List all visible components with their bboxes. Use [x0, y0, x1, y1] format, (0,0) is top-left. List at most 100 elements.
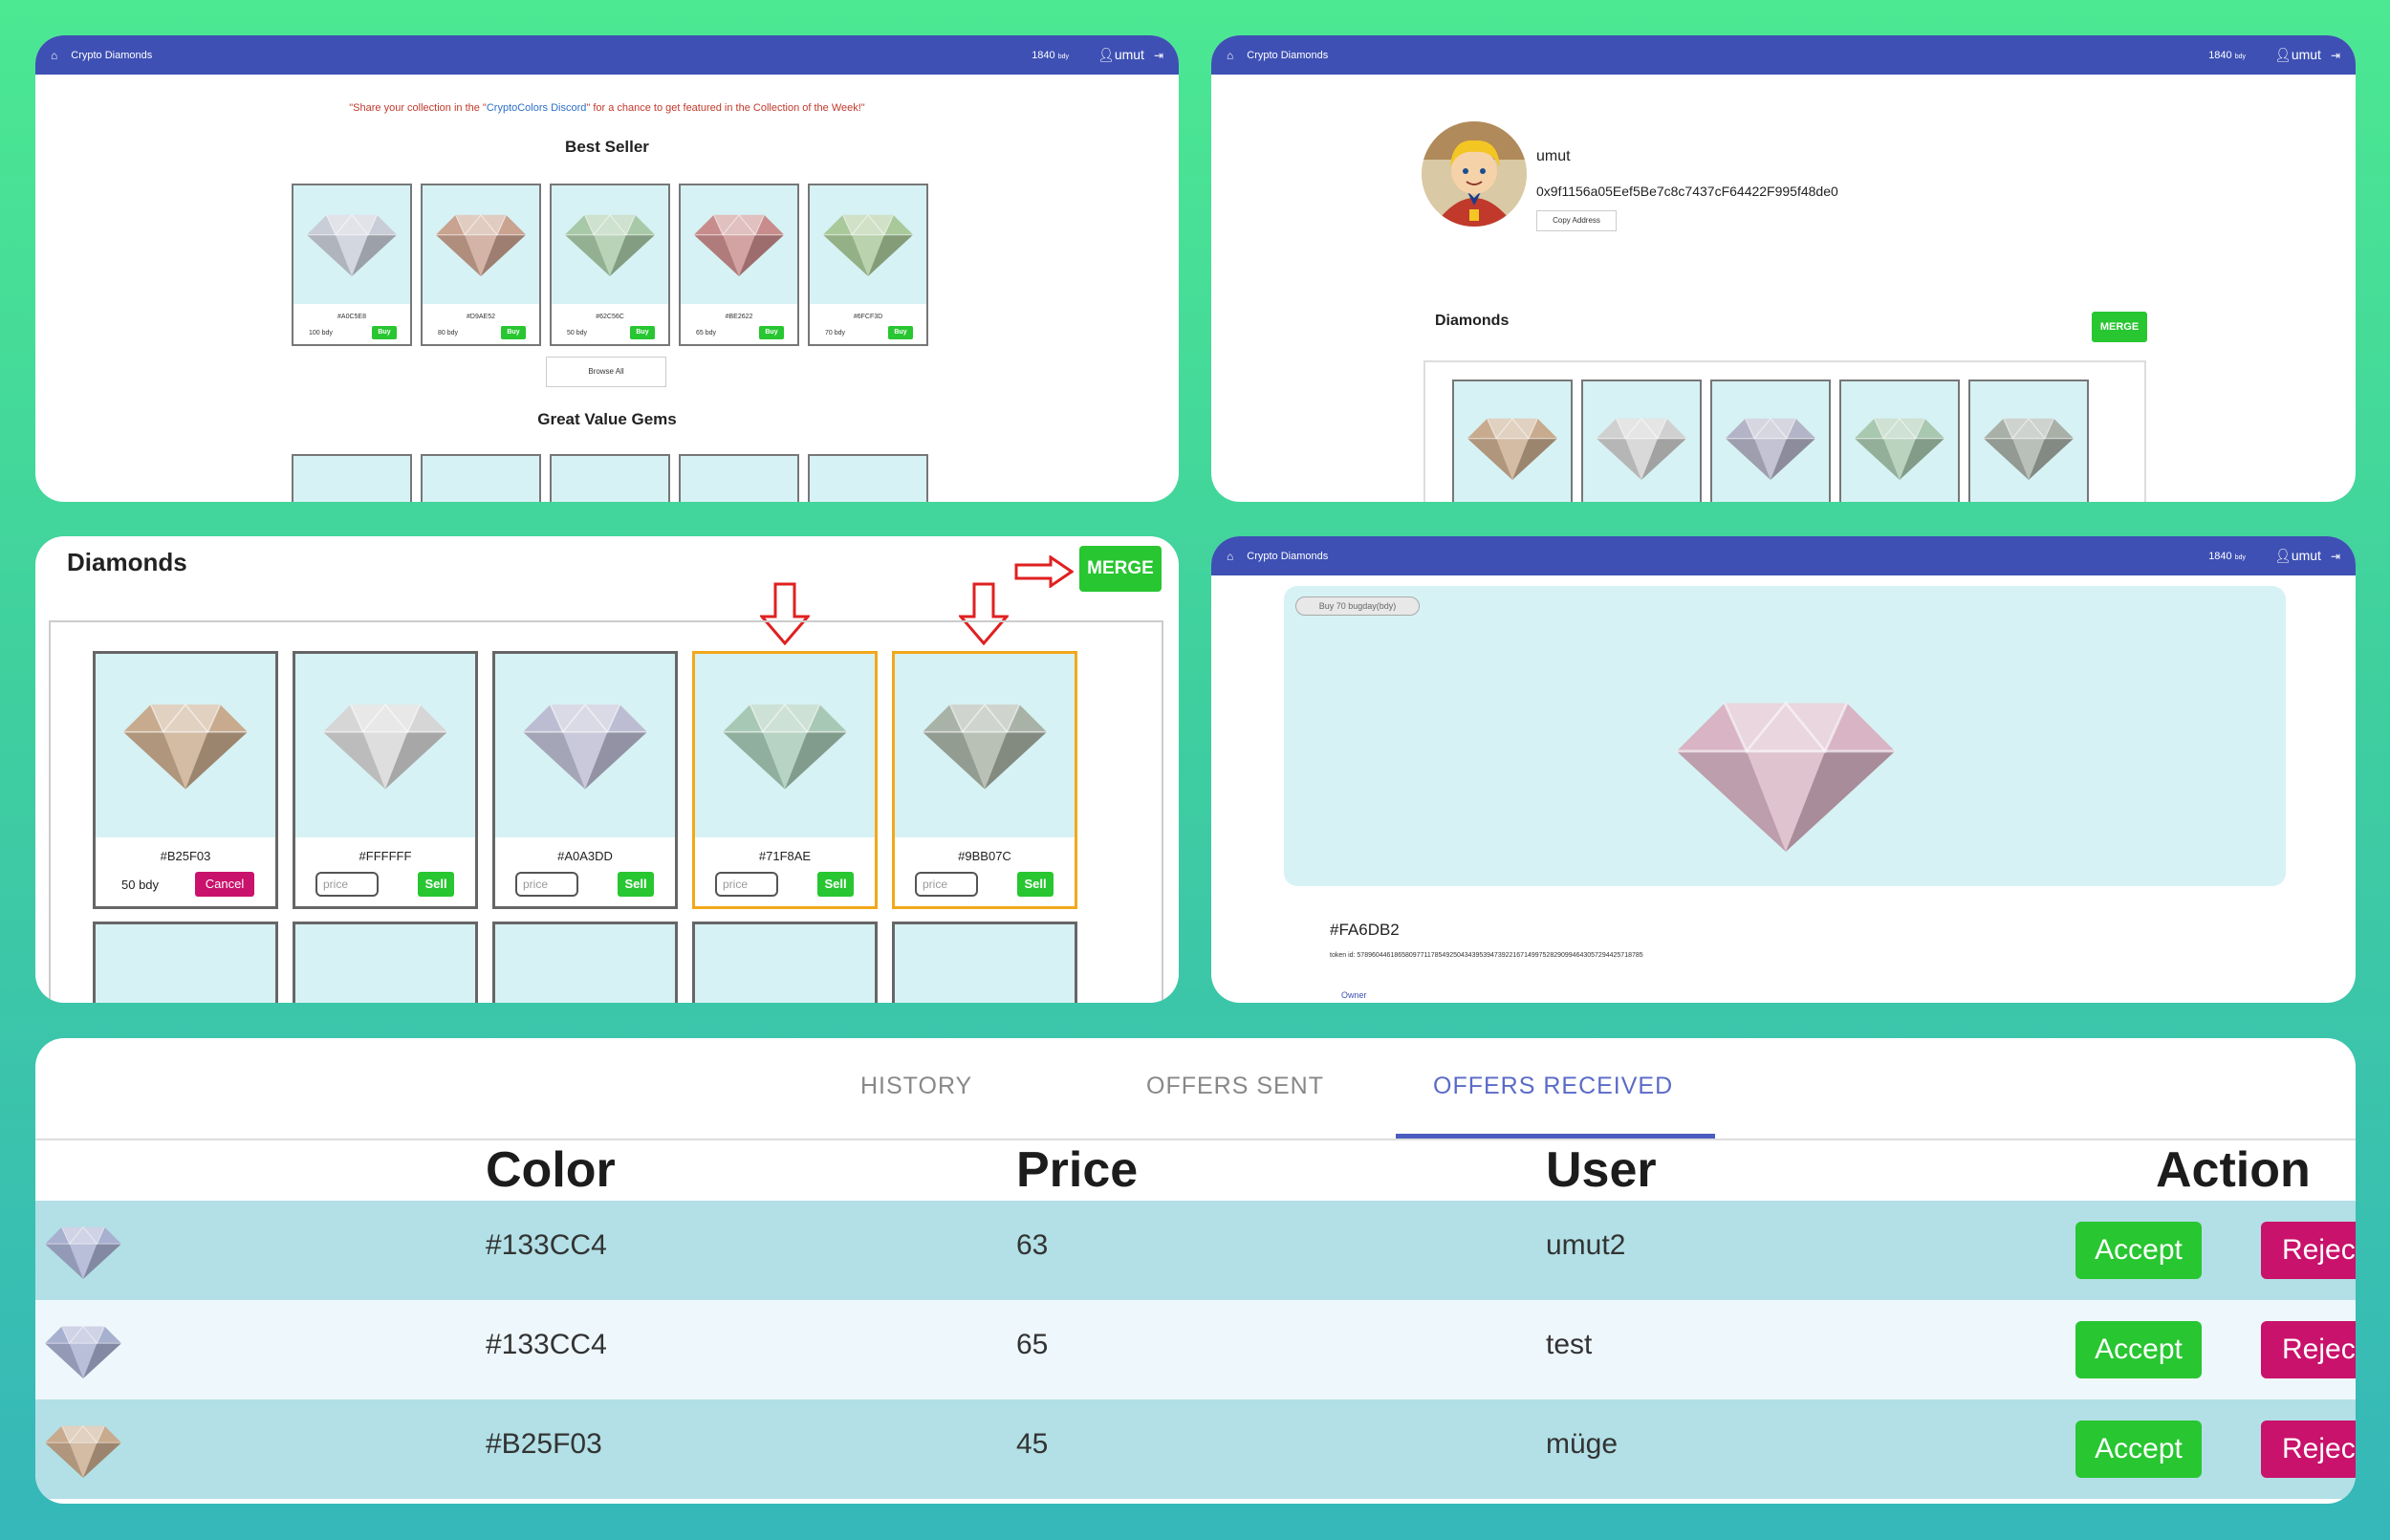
offer-user: müge — [1546, 1428, 1619, 1460]
top-nav: ⌂ Crypto Diamonds 1840 bdy 👤︎umut ⇥ — [1211, 536, 2356, 575]
buy-button[interactable]: Buy — [372, 326, 397, 339]
cancel-button[interactable]: Cancel — [195, 872, 254, 897]
gem-card[interactable] — [292, 454, 412, 502]
sell-button[interactable]: Sell — [1017, 872, 1054, 897]
diamond-code: #9BB07C — [958, 849, 1011, 863]
home-icon[interactable]: ⌂ — [1227, 550, 1233, 563]
column-header-user: User — [1546, 1142, 1657, 1198]
user-menu[interactable]: 👤︎umut — [2274, 47, 2321, 63]
gem-card[interactable]: #BE2622 65 bdy Buy — [679, 184, 799, 346]
browse-all-button[interactable]: Browse All — [546, 357, 666, 387]
diamond-card[interactable]: #9BB07C price Sell — [892, 651, 1077, 909]
listed-price: 50 bdy — [121, 878, 160, 892]
gem-card[interactable] — [1968, 380, 2089, 502]
best-seller-title: Best Seller — [565, 138, 649, 156]
gem-card[interactable]: #6FCF3D 70 bdy Buy — [808, 184, 928, 346]
gem-card[interactable] — [1839, 380, 1960, 502]
diamond-image — [295, 654, 475, 837]
diamond-icon — [323, 999, 447, 1003]
diamond-icon — [45, 1325, 121, 1378]
price-input[interactable]: price — [715, 872, 778, 897]
home-icon[interactable]: ⌂ — [51, 49, 57, 62]
user-menu[interactable]: 👤︎umut — [2274, 548, 2321, 564]
gem-card[interactable] — [550, 454, 670, 502]
diamond-icon — [45, 1424, 121, 1478]
gem-code: #D9AE52 — [467, 314, 495, 320]
diamond-card[interactable]: #B25F03 50 bdy Cancel — [93, 651, 278, 909]
reject-button[interactable]: Reject — [2261, 1321, 2356, 1378]
accept-button[interactable]: Accept — [2075, 1421, 2202, 1478]
offers-panel: HISTORY OFFERS SENT OFFERS RECEIVED Colo… — [35, 1038, 2356, 1504]
tab-offers-received[interactable]: OFFERS RECEIVED — [1433, 1073, 1673, 1100]
diamond-icon — [123, 698, 248, 793]
gem-card[interactable] — [1710, 380, 1831, 502]
diamond-card[interactable]: #71F8AE price Sell — [692, 651, 878, 909]
active-tab-indicator — [1396, 1134, 1715, 1139]
diamond-card[interactable]: #FFFFFF price Sell — [293, 651, 478, 909]
logout-icon[interactable]: ⇥ — [1154, 49, 1163, 62]
gem-image — [681, 456, 797, 502]
balance-value: 1840 — [2208, 550, 2232, 562]
user-name: umut — [2291, 548, 2321, 563]
gem-card[interactable]: #D9AE52 80 bdy Buy — [421, 184, 541, 346]
gem-card[interactable]: #62C56C 50 bdy Buy — [550, 184, 670, 346]
diamond-icon — [723, 999, 847, 1003]
price-input[interactable]: price — [315, 872, 379, 897]
buy-button[interactable]: Buy — [759, 326, 784, 339]
diamond-image — [895, 924, 1075, 1003]
diamond-code: #71F8AE — [758, 849, 812, 863]
table-row: #133CC4 63 umut2 Accept Reject — [35, 1201, 2356, 1300]
gem-image — [423, 456, 539, 502]
diamond-icon — [1594, 417, 1689, 480]
diamond-card[interactable]: #A0A3DD price Sell — [492, 651, 678, 909]
gem-card[interactable] — [808, 454, 928, 502]
sell-button[interactable]: Sell — [418, 872, 454, 897]
accept-button[interactable]: Accept — [2075, 1321, 2202, 1378]
diamonds-heading: Diamonds — [1435, 313, 1510, 329]
home-icon[interactable]: ⌂ — [1227, 49, 1233, 62]
merge-button[interactable]: MERGE — [1079, 546, 1162, 592]
brand-link[interactable]: Crypto Diamonds — [1247, 50, 1328, 61]
sell-button[interactable]: Sell — [618, 872, 654, 897]
buy-button[interactable]: Buy — [630, 326, 655, 339]
discord-link[interactable]: CryptoColors Discord — [487, 102, 587, 114]
brand-link[interactable]: Crypto Diamonds — [1247, 551, 1328, 562]
buy-button[interactable]: Buy 70 bugday(bdy) — [1295, 596, 1420, 616]
gem-image — [810, 456, 926, 502]
diamond-card[interactable] — [293, 922, 478, 1003]
owner-tab[interactable]: Owner — [1341, 990, 1367, 1000]
diamond-image — [96, 654, 275, 837]
buy-button[interactable]: Buy — [888, 326, 913, 339]
gem-card[interactable] — [1581, 380, 1702, 502]
diamond-icon — [691, 213, 787, 276]
offer-price: 63 — [1016, 1229, 1049, 1261]
sell-button[interactable]: Sell — [817, 872, 854, 897]
logout-icon[interactable]: ⇥ — [2331, 49, 2340, 62]
balance: 1840 bdy — [2208, 551, 2246, 562]
copy-address-button[interactable]: Copy Address — [1536, 210, 1617, 231]
price-input[interactable]: price — [515, 872, 578, 897]
logout-icon[interactable]: ⇥ — [2331, 550, 2340, 563]
gem-card[interactable] — [679, 454, 799, 502]
diamond-card[interactable] — [892, 922, 1077, 1003]
user-menu[interactable]: 👤︎umut — [1097, 47, 1144, 63]
reject-button[interactable]: Reject — [2261, 1421, 2356, 1478]
diamond-card[interactable] — [492, 922, 678, 1003]
merge-button[interactable]: MERGE — [2092, 312, 2147, 342]
reject-button[interactable]: Reject — [2261, 1222, 2356, 1279]
brand-link[interactable]: Crypto Diamonds — [71, 50, 152, 61]
accept-button[interactable]: Accept — [2075, 1222, 2202, 1279]
diamond-card[interactable] — [692, 922, 878, 1003]
gem-code: #6FCF3D — [853, 314, 883, 320]
gem-image — [1454, 381, 1571, 502]
diamond-icon — [820, 213, 916, 276]
buy-button[interactable]: Buy — [501, 326, 526, 339]
price-input[interactable]: price — [915, 872, 978, 897]
tab-history[interactable]: HISTORY — [860, 1073, 972, 1100]
user-name: umut — [2291, 47, 2321, 62]
gem-card[interactable] — [1452, 380, 1573, 502]
tab-offers-sent[interactable]: OFFERS SENT — [1146, 1073, 1324, 1100]
diamond-card[interactable] — [93, 922, 278, 1003]
gem-card[interactable]: #A0C5E8 100 bdy Buy — [292, 184, 412, 346]
gem-card[interactable] — [421, 454, 541, 502]
